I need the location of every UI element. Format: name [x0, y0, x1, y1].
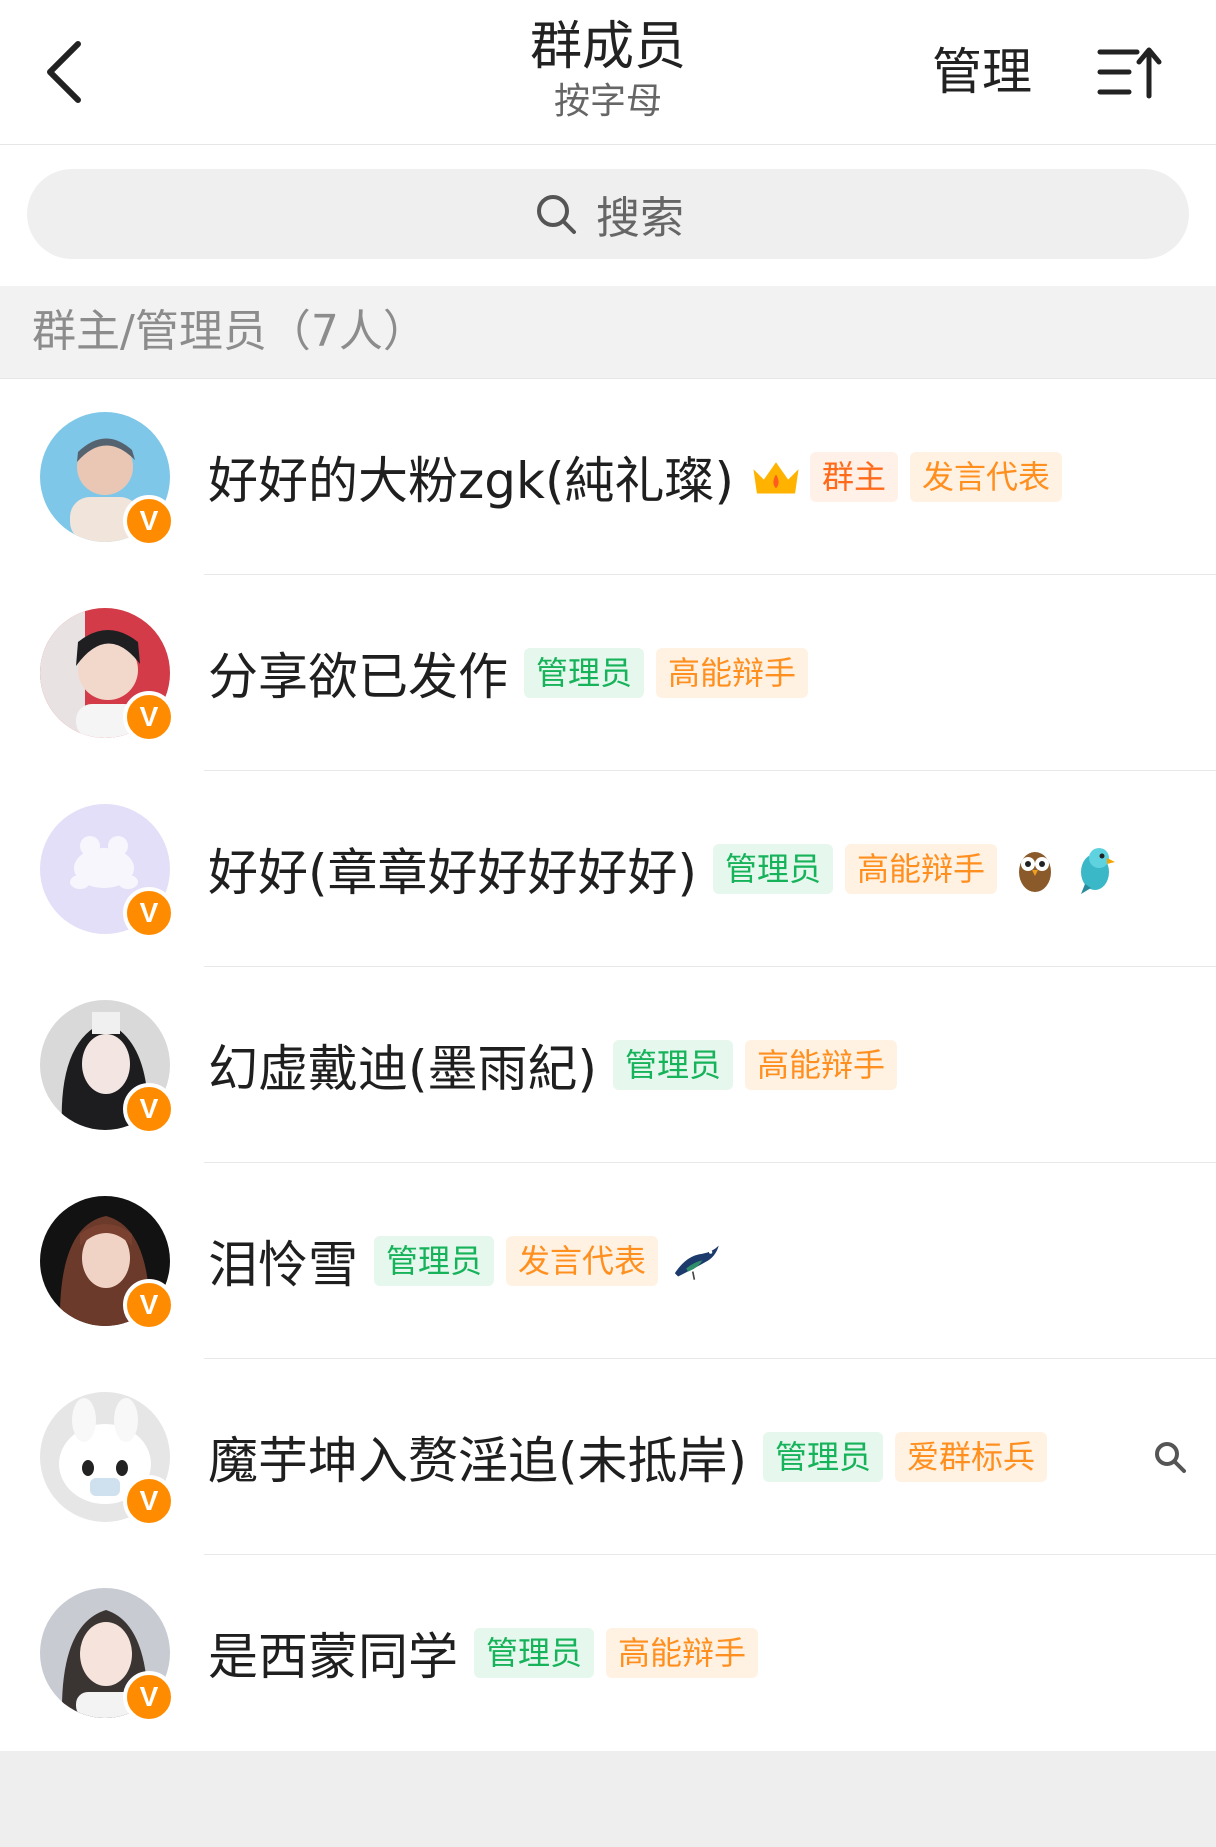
member-name: 幻虚戴迪(墨雨紀) — [208, 1040, 598, 1098]
section-header: 群主/管理员（7人） — [0, 286, 1216, 379]
member-name: 好好的大粉zgk(純礼璨) — [208, 452, 734, 510]
role-tag: 发言代表 — [506, 1236, 659, 1286]
role-tag-admin: 管理员 — [374, 1236, 495, 1286]
verified-badge: V — [123, 1671, 175, 1723]
bottom-area — [0, 1751, 1216, 1847]
member-info: 魔芋坤入赘淫追(未抵岸) 管理员 爱群标兵 — [208, 1359, 1059, 1555]
role-tag: 爱群标兵 — [895, 1432, 1048, 1482]
verified-badge: V — [123, 1475, 175, 1527]
search-area: 搜索 — [0, 145, 1216, 286]
parrot-icon — [1069, 843, 1121, 895]
member-info: 好好(章章好好好好好) 管理员 高能辩手 — [208, 771, 1129, 967]
member-name: 分享欲已发作 — [208, 648, 508, 706]
owl-icon — [1009, 843, 1061, 895]
member-info: 分享欲已发作 管理员 高能辩手 — [208, 575, 820, 771]
search-placeholder: 搜索 — [596, 193, 684, 244]
member-row[interactable]: V 泪怜雪 管理员 发言代表 — [0, 1163, 1216, 1359]
member-row[interactable]: V 幻虚戴迪(墨雨紀) 管理员 高能辩手 — [0, 967, 1216, 1163]
verified-badge: V — [123, 887, 175, 939]
member-row[interactable]: V 好好的大粉zgk(純礼璨) 群主 发言代表 — [0, 379, 1216, 575]
role-tag-admin: 管理员 — [474, 1628, 595, 1678]
verified-badge: V — [123, 495, 175, 547]
member-row[interactable]: V 好好(章章好好好好好) 管理员 高能辩手 — [0, 771, 1216, 967]
manage-button[interactable]: 管理 — [922, 36, 1042, 108]
role-tag: 高能辩手 — [745, 1040, 898, 1090]
member-name: 是西蒙同学 — [208, 1628, 458, 1686]
member-name: 泪怜雪 — [208, 1236, 358, 1294]
page-title: 群成员 — [529, 17, 686, 77]
section-label: 群主/管理员（7人） — [32, 306, 427, 357]
verified-badge: V — [123, 691, 175, 743]
search-icon — [532, 190, 580, 238]
magpie-icon — [670, 1235, 722, 1287]
chevron-left-icon — [47, 41, 81, 103]
role-tag: 高能辩手 — [606, 1628, 759, 1678]
role-tag-admin: 管理员 — [713, 844, 834, 894]
sort-mode-subtitle: 按字母 — [553, 81, 662, 122]
back-button[interactable] — [34, 30, 94, 114]
member-list: V 好好的大粉zgk(純礼璨) 群主 发言代表 V 分享欲已发作 管理员 高能辩… — [0, 379, 1216, 1751]
member-info: 幻虚戴迪(墨雨紀) 管理员 高能辩手 — [208, 967, 909, 1163]
member-info: 好好的大粉zgk(純礼璨) 群主 发言代表 — [208, 379, 1074, 575]
role-tag-admin: 管理员 — [613, 1040, 734, 1090]
member-info: 泪怜雪 管理员 发言代表 — [208, 1163, 730, 1359]
member-name: 魔芋坤入赘淫追(未抵岸) — [208, 1432, 748, 1490]
role-tag: 高能辩手 — [656, 648, 809, 698]
sort-button[interactable] — [1090, 34, 1170, 110]
member-name: 好好(章章好好好好好) — [208, 844, 698, 902]
member-row[interactable]: V 魔芋坤入赘淫追(未抵岸) 管理员 爱群标兵 — [0, 1359, 1216, 1555]
role-tag-admin: 管理员 — [763, 1432, 884, 1482]
search-input[interactable]: 搜索 — [27, 169, 1189, 259]
search-icon — [1155, 1442, 1186, 1473]
role-tag-admin: 管理员 — [524, 648, 645, 698]
verified-badge: V — [123, 1083, 175, 1135]
top-navigation-bar: 群成员 按字母 管理 — [0, 0, 1216, 145]
role-tag-owner: 群主 — [809, 452, 898, 502]
member-row[interactable]: V 分享欲已发作 管理员 高能辩手 — [0, 575, 1216, 771]
member-row[interactable]: V 是西蒙同学 管理员 高能辩手 — [0, 1555, 1216, 1751]
member-info: 是西蒙同学 管理员 高能辩手 — [208, 1555, 770, 1751]
crown-icon — [750, 451, 802, 503]
role-tag: 高能辩手 — [845, 844, 998, 894]
sort-ascending-icon — [1097, 47, 1162, 99]
row-search-button[interactable] — [1150, 1431, 1190, 1483]
title-group: 群成员 按字母 — [408, 14, 808, 124]
role-tag: 发言代表 — [909, 452, 1062, 502]
verified-badge: V — [123, 1279, 175, 1331]
